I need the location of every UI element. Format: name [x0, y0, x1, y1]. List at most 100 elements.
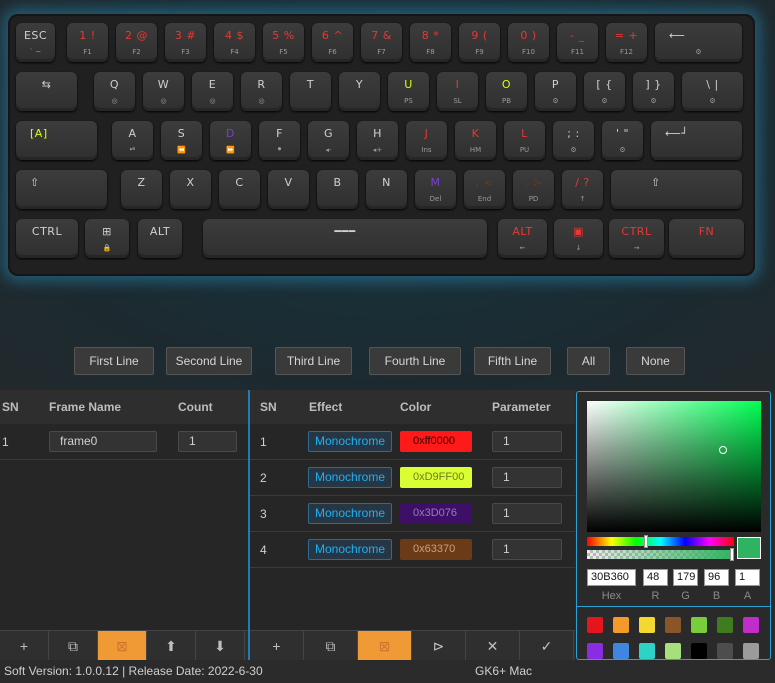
key-2-1[interactable]: A ⏯	[112, 121, 153, 160]
close-button[interactable]: ✕	[466, 631, 520, 661]
saturation-value-area[interactable]	[587, 401, 761, 532]
arrow-down-button[interactable]: ⬇	[196, 631, 245, 661]
effect-select[interactable]: Monochrome	[308, 503, 392, 524]
line-button-all[interactable]: All	[567, 347, 610, 375]
key-4-3[interactable]: ━━━	[203, 219, 487, 258]
key-1-4[interactable]: R ◎	[241, 72, 282, 111]
alpha-slider-thumb[interactable]	[730, 548, 734, 561]
key-0-13[interactable]: ⟵ ⚙	[655, 23, 742, 62]
key-1-1[interactable]: Q ◎	[94, 72, 135, 111]
effect-parameter-input[interactable]: 1	[492, 467, 562, 488]
key-4-5[interactable]: ▣ ↓	[554, 219, 603, 258]
effect-row[interactable]: 4 Monochrome 0x63370 1	[250, 532, 575, 568]
color-swatch[interactable]	[639, 643, 655, 659]
copy-button[interactable]: ⧉	[304, 631, 358, 661]
key-1-6[interactable]: Y	[339, 72, 380, 111]
color-swatch[interactable]	[717, 643, 733, 659]
key-0-7[interactable]: 7 & F7	[361, 23, 402, 62]
key-3-0[interactable]: ⇧	[16, 170, 107, 209]
color-swatch[interactable]	[691, 617, 707, 633]
key-1-12[interactable]: ] } ⚙	[633, 72, 674, 111]
color-swatch[interactable]	[587, 617, 603, 633]
key-0-9[interactable]: 9 (F9	[459, 23, 500, 62]
key-2-0[interactable]: [A]	[16, 121, 97, 160]
key-4-6[interactable]: CTRL →	[609, 219, 664, 258]
key-4-1[interactable]: ⊞ 🔒	[85, 219, 129, 258]
key-0-4[interactable]: 4 $ F4	[214, 23, 255, 62]
line-button-first-line[interactable]: First Line	[74, 347, 154, 375]
line-button-fifth-line[interactable]: Fifth Line	[474, 347, 551, 375]
key-3-8[interactable]: , < End	[464, 170, 505, 209]
key-0-0[interactable]: ESC ` ~	[16, 23, 55, 62]
key-1-0[interactable]: ⇆	[16, 72, 77, 111]
key-2-12[interactable]: ⟵┘	[651, 121, 742, 160]
effect-color-swatch[interactable]: 0x3D076	[400, 503, 472, 524]
key-2-10[interactable]: ; : ⚙	[553, 121, 594, 160]
color-swatch[interactable]	[587, 643, 603, 659]
color-swatch[interactable]	[613, 617, 629, 633]
key-0-10[interactable]: 0 ) F10	[508, 23, 549, 62]
key-3-6[interactable]: N	[366, 170, 407, 209]
plus-button[interactable]: +	[0, 631, 49, 661]
delete-button[interactable]: ⊠	[98, 631, 147, 661]
effect-select[interactable]: Monochrome	[308, 539, 392, 560]
green-input[interactable]: 179	[673, 569, 698, 586]
saturation-cursor[interactable]	[719, 446, 727, 454]
key-3-2[interactable]: X	[170, 170, 211, 209]
hue-slider-thumb[interactable]	[644, 535, 649, 548]
key-4-7[interactable]: FN	[669, 219, 744, 258]
key-0-1[interactable]: 1 ! F1	[67, 23, 108, 62]
frame-name-input[interactable]: frame0	[49, 431, 157, 452]
play-button[interactable]: ⊳	[412, 631, 466, 661]
key-3-3[interactable]: C	[219, 170, 260, 209]
hue-slider[interactable]	[587, 535, 734, 548]
key-2-4[interactable]: F ⏺	[259, 121, 300, 160]
key-3-1[interactable]: Z	[121, 170, 162, 209]
red-input[interactable]: 48	[643, 569, 668, 586]
effect-parameter-input[interactable]: 1	[492, 431, 562, 452]
color-swatch[interactable]	[717, 617, 733, 633]
effect-select[interactable]: Monochrome	[308, 467, 392, 488]
key-1-7[interactable]: U PS	[388, 72, 429, 111]
key-3-4[interactable]: V	[268, 170, 309, 209]
line-button-fourth-line[interactable]: Fourth Line	[369, 347, 461, 375]
key-3-10[interactable]: / ? ↑	[562, 170, 603, 209]
line-button-second-line[interactable]: Second Line	[166, 347, 252, 375]
effect-color-swatch[interactable]: 0xD9FF00	[400, 467, 472, 488]
color-swatch[interactable]	[743, 643, 759, 659]
key-1-3[interactable]: E ◎	[192, 72, 233, 111]
effect-color-swatch[interactable]: 0xff0000	[400, 431, 472, 452]
color-swatch[interactable]	[639, 617, 655, 633]
key-0-3[interactable]: 3 # F3	[165, 23, 206, 62]
frame-count-input[interactable]: 1	[178, 431, 237, 452]
blue-input[interactable]: 96	[704, 569, 729, 586]
alpha-slider[interactable]	[587, 548, 734, 561]
arrow-up-button[interactable]: ⬆	[147, 631, 196, 661]
key-1-13[interactable]: \ | ⚙	[682, 72, 743, 111]
key-4-4[interactable]: ALT ←	[498, 219, 547, 258]
key-2-9[interactable]: L PU	[504, 121, 545, 160]
key-2-5[interactable]: G ◂-	[308, 121, 349, 160]
check-button[interactable]: ✓	[520, 631, 574, 661]
effect-row[interactable]: 1 Monochrome 0xff0000 1	[250, 424, 575, 460]
key-2-3[interactable]: D ⏩	[210, 121, 251, 160]
color-swatch[interactable]	[613, 643, 629, 659]
key-0-6[interactable]: 6 ^ F6	[312, 23, 353, 62]
key-0-12[interactable]: = + F12	[606, 23, 647, 62]
key-3-7[interactable]: M Del	[415, 170, 456, 209]
color-swatch[interactable]	[665, 643, 681, 659]
color-swatch[interactable]	[743, 617, 759, 633]
line-button-third-line[interactable]: Third Line	[275, 347, 352, 375]
key-3-5[interactable]: B	[317, 170, 358, 209]
effect-parameter-input[interactable]: 1	[492, 503, 562, 524]
key-4-2[interactable]: ALT	[138, 219, 182, 258]
key-0-2[interactable]: 2 @ F2	[116, 23, 157, 62]
color-swatch[interactable]	[691, 643, 707, 659]
line-button-none[interactable]: None	[626, 347, 685, 375]
key-3-11[interactable]: ⇧	[611, 170, 742, 209]
key-4-0[interactable]: CTRL	[16, 219, 78, 258]
color-swatch[interactable]	[665, 617, 681, 633]
delete-button[interactable]: ⊠	[358, 631, 412, 661]
key-0-5[interactable]: 5 % F5	[263, 23, 304, 62]
copy-button[interactable]: ⧉	[49, 631, 98, 661]
